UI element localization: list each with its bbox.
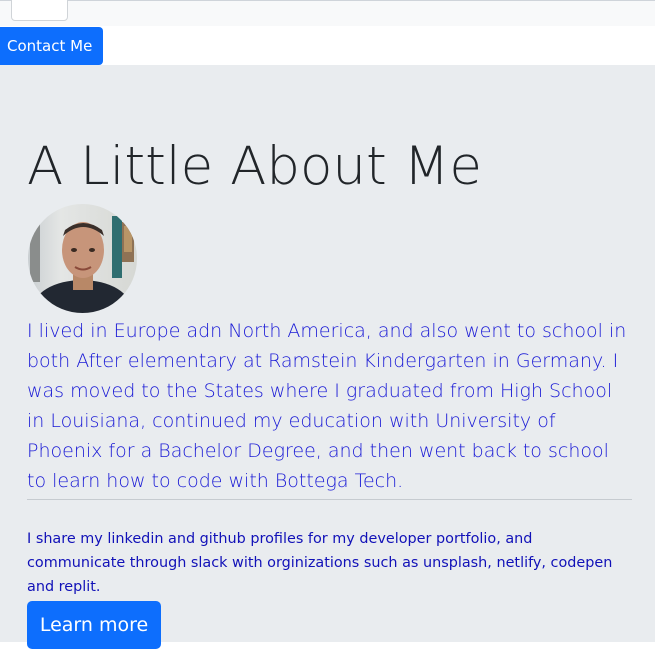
profile-photo bbox=[28, 204, 137, 313]
avatar bbox=[28, 204, 137, 313]
bio-paragraph: I lived in Europe adn North America, and… bbox=[27, 320, 627, 492]
section-divider bbox=[27, 499, 632, 500]
info-paragraph: I share my linkedin and github profiles … bbox=[27, 531, 613, 595]
contact-me-button[interactable]: Contact Me bbox=[0, 27, 103, 65]
navbar-strip bbox=[0, 0, 655, 26]
page-title: A Little About Me bbox=[27, 136, 482, 197]
navbar-toggler-button[interactable] bbox=[11, 0, 68, 21]
